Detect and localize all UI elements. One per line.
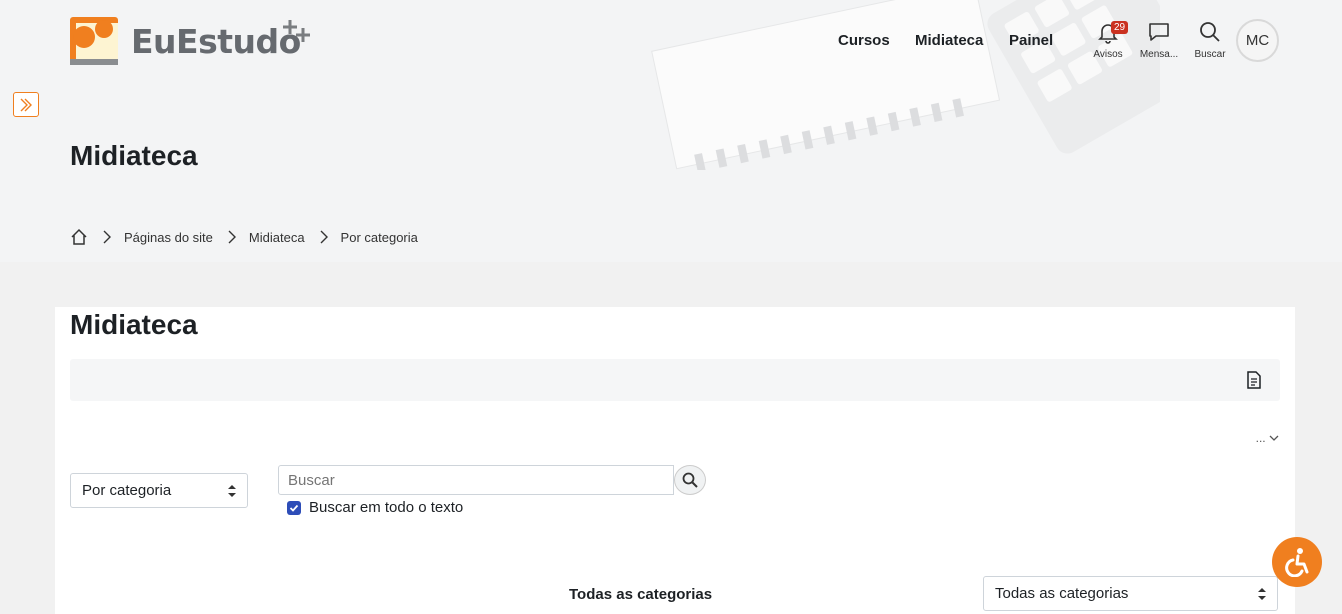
chat-icon xyxy=(1149,23,1169,41)
more-options-menu[interactable]: ... xyxy=(1256,431,1279,445)
fulltext-search-checkbox[interactable]: Buscar em todo o texto xyxy=(287,499,463,516)
chevron-right-icon xyxy=(227,229,237,245)
wheelchair-icon xyxy=(1285,548,1309,577)
category-select-value: Todas as categorias xyxy=(995,585,1129,602)
more-options-label: ... xyxy=(1255,431,1266,445)
search-submit-button[interactable] xyxy=(674,465,706,495)
nav-courses[interactable]: Cursos xyxy=(838,32,890,49)
category-select[interactable]: Todas as categorias xyxy=(983,576,1278,611)
main-content: Midiateca ... Por categoria Buscar em to… xyxy=(55,307,1295,614)
search-header-label: Buscar xyxy=(1194,49,1226,60)
search-icon xyxy=(682,472,698,488)
chevron-right-icon xyxy=(319,229,329,245)
accessibility-button[interactable] xyxy=(1272,537,1322,587)
select-caret-icon xyxy=(228,485,236,497)
brand-name: EuEstudo xyxy=(131,21,301,61)
user-avatar[interactable]: MC xyxy=(1236,19,1279,62)
double-chevron-right-icon xyxy=(20,98,32,111)
category-heading: Todas as categorias xyxy=(569,586,713,603)
document-icon[interactable] xyxy=(1246,371,1262,389)
chevron-down-icon xyxy=(1269,435,1279,441)
view-mode-select[interactable]: Por categoria xyxy=(70,473,248,508)
open-drawer-button[interactable] xyxy=(13,92,39,117)
breadcrumb: Páginas do site Midiateca Por categoria xyxy=(70,228,418,246)
fulltext-search-label: Buscar em todo o texto xyxy=(309,499,464,516)
notification-count-badge: 29 xyxy=(1111,21,1129,34)
section-title: Midiateca xyxy=(70,309,198,340)
search-input[interactable] xyxy=(278,465,674,495)
actions-toolbar xyxy=(70,359,1280,401)
nav-library[interactable]: Midiateca xyxy=(915,32,983,49)
home-icon[interactable] xyxy=(70,228,88,246)
search-icon xyxy=(1200,22,1220,42)
logo-mark-icon xyxy=(70,17,118,65)
chevron-right-icon xyxy=(102,229,112,245)
page-title: Midiateca xyxy=(70,140,198,171)
notifications-label: Avisos xyxy=(1093,49,1123,60)
breadcrumb-library[interactable]: Midiateca xyxy=(249,230,305,245)
checkbox-checked-icon xyxy=(287,500,301,515)
search-header-button[interactable]: Buscar xyxy=(1187,20,1233,60)
breadcrumb-site-pages[interactable]: Páginas do site xyxy=(124,230,213,245)
nav-dashboard[interactable]: Painel xyxy=(1009,32,1053,49)
notebook-keyboard-illustration xyxy=(651,0,1160,170)
sparkle-plus-icon xyxy=(283,20,310,42)
messages-button[interactable]: Mensa... xyxy=(1136,20,1182,60)
brand-logo[interactable]: EuEstudo xyxy=(70,17,301,65)
notifications-button[interactable]: 29 Avisos xyxy=(1085,20,1131,60)
select-caret-icon xyxy=(1258,588,1266,600)
view-mode-value: Por categoria xyxy=(82,482,172,499)
breadcrumb-by-category[interactable]: Por categoria xyxy=(341,230,418,245)
messages-label: Mensa... xyxy=(1139,49,1179,60)
page-header: EuEstudo Cursos Midiateca Painel 29 Avis… xyxy=(0,0,1342,262)
